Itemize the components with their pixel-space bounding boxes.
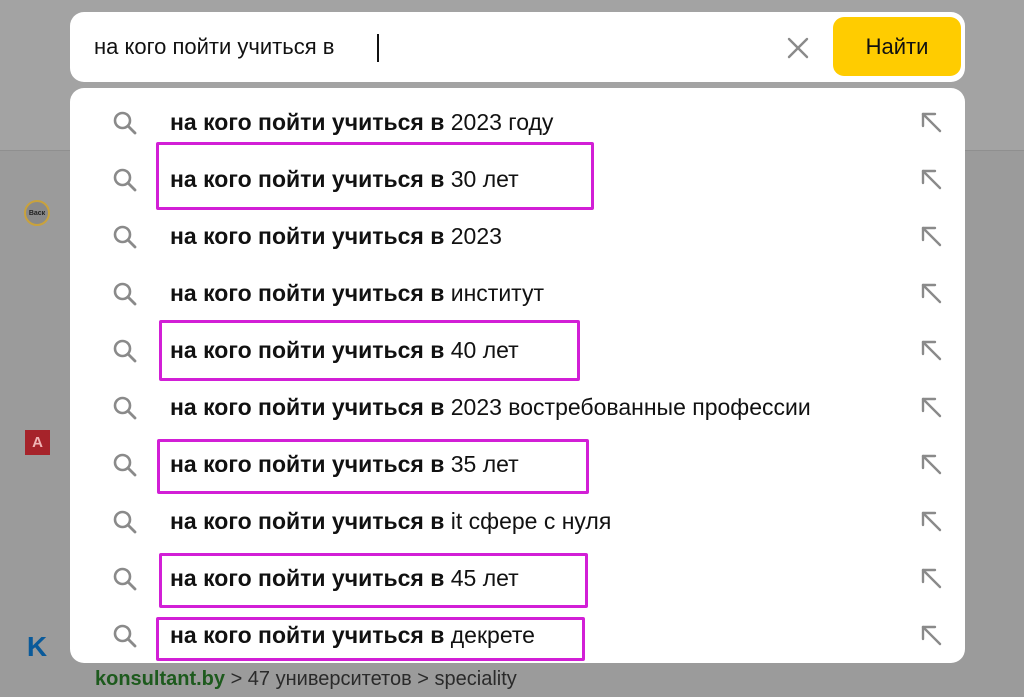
suggestion-completion: декрете [444,622,535,648]
suggestion-query-part: на кого пойти учиться в [170,394,445,420]
clear-button[interactable] [782,32,814,64]
suggestion-item[interactable]: на кого пойти учиться в декрете [70,606,965,662]
suggestion-item[interactable]: на кого пойти учиться в 40 лет [70,321,965,377]
suggestion-text: на кого пойти учиться в 2023 востребован… [170,393,811,421]
suggestion-query-part: на кого пойти учиться в [170,565,445,591]
suggestion-completion: институт [444,280,545,306]
suggestion-text: на кого пойти учиться в 30 лет [170,165,519,193]
search-icon [113,225,137,249]
suggestion-completion: 45 лет [444,565,519,591]
suggestion-completion: 2023 востребованные профессии [444,394,811,420]
suggestion-query-part: на кого пойти учиться в [170,622,445,648]
suggestion-text: на кого пойти учиться в 2023 году [170,108,553,136]
arrow-up-left-icon[interactable] [917,393,945,421]
suggestion-query-part: на кого пойти учиться в [170,337,445,363]
suggestion-query-part: на кого пойти учиться в [170,280,445,306]
suggestion-item[interactable]: на кого пойти учиться в it сфере с нуля [70,492,965,548]
suggestion-completion: it сфере с нуля [444,508,612,534]
suggestion-item[interactable]: на кого пойти учиться в институт [70,264,965,320]
search-input[interactable] [94,30,774,64]
suggestion-text: на кого пойти учиться в декрете [170,621,535,649]
arrow-up-left-icon[interactable] [917,222,945,250]
suggestion-completion: 2023 [444,223,502,249]
suggestion-query-part: на кого пойти учиться в [170,508,445,534]
arrow-up-left-icon[interactable] [917,165,945,193]
suggestion-item[interactable]: на кого пойти учиться в 2023 году [70,93,965,149]
suggestion-query-part: на кого пойти учиться в [170,109,445,135]
suggestion-completion: 2023 году [444,109,554,135]
suggestions-dropdown: на кого пойти учиться в 2023 году на ког… [70,88,965,663]
suggestion-item[interactable]: на кого пойти учиться в 30 лет [70,150,965,206]
site-favicon: Васк [24,200,50,226]
search-icon [113,168,137,192]
close-icon [787,37,809,59]
search-icon [113,111,137,135]
suggestion-query-part: на кого пойти учиться в [170,451,445,477]
arrow-up-left-icon[interactable] [917,450,945,478]
arrow-up-left-icon[interactable] [917,108,945,136]
arrow-up-left-icon[interactable] [917,564,945,592]
search-icon [113,624,137,648]
suggestion-text: на кого пойти учиться в 35 лет [170,450,519,478]
search-icon [113,282,137,306]
search-icon [113,396,137,420]
result-site-name[interactable]: konsultant.by [95,668,225,690]
result-path: > 47 университетов > speciality [225,668,517,690]
suggestion-completion: 30 лет [444,166,519,192]
suggestion-text: на кого пойти учиться в 40 лет [170,336,519,364]
suggestion-item[interactable]: на кого пойти учиться в 45 лет [70,549,965,605]
suggestion-item[interactable]: на кого пойти учиться в 35 лет [70,435,965,491]
suggestion-text: на кого пойти учиться в 45 лет [170,564,519,592]
suggestion-text: на кого пойти учиться в it сфере с нуля [170,507,611,535]
arrow-up-left-icon[interactable] [917,507,945,535]
result-breadcrumb[interactable]: konsultant.by > 47 университетов > speci… [95,668,517,691]
search-bar: Найти [70,12,965,82]
suggestion-item[interactable]: на кого пойти учиться в 2023 [70,207,965,263]
suggestion-completion: 40 лет [444,337,519,363]
search-icon [113,453,137,477]
arrow-up-left-icon[interactable] [917,336,945,364]
site-favicon: K [26,631,48,662]
arrow-up-left-icon[interactable] [917,279,945,307]
search-submit-button[interactable]: Найти [833,17,961,76]
text-cursor [377,34,379,62]
suggestion-query-part: на кого пойти учиться в [170,223,445,249]
suggestion-item[interactable]: на кого пойти учиться в 2023 востребован… [70,378,965,434]
suggestion-text: на кого пойти учиться в 2023 [170,222,502,250]
site-favicon: A [25,430,50,455]
suggestion-query-part: на кого пойти учиться в [170,166,445,192]
search-icon [113,510,137,534]
suggestion-completion: 35 лет [444,451,519,477]
search-icon [113,567,137,591]
search-icon [113,339,137,363]
suggestion-text: на кого пойти учиться в институт [170,279,544,307]
arrow-up-left-icon[interactable] [917,621,945,649]
